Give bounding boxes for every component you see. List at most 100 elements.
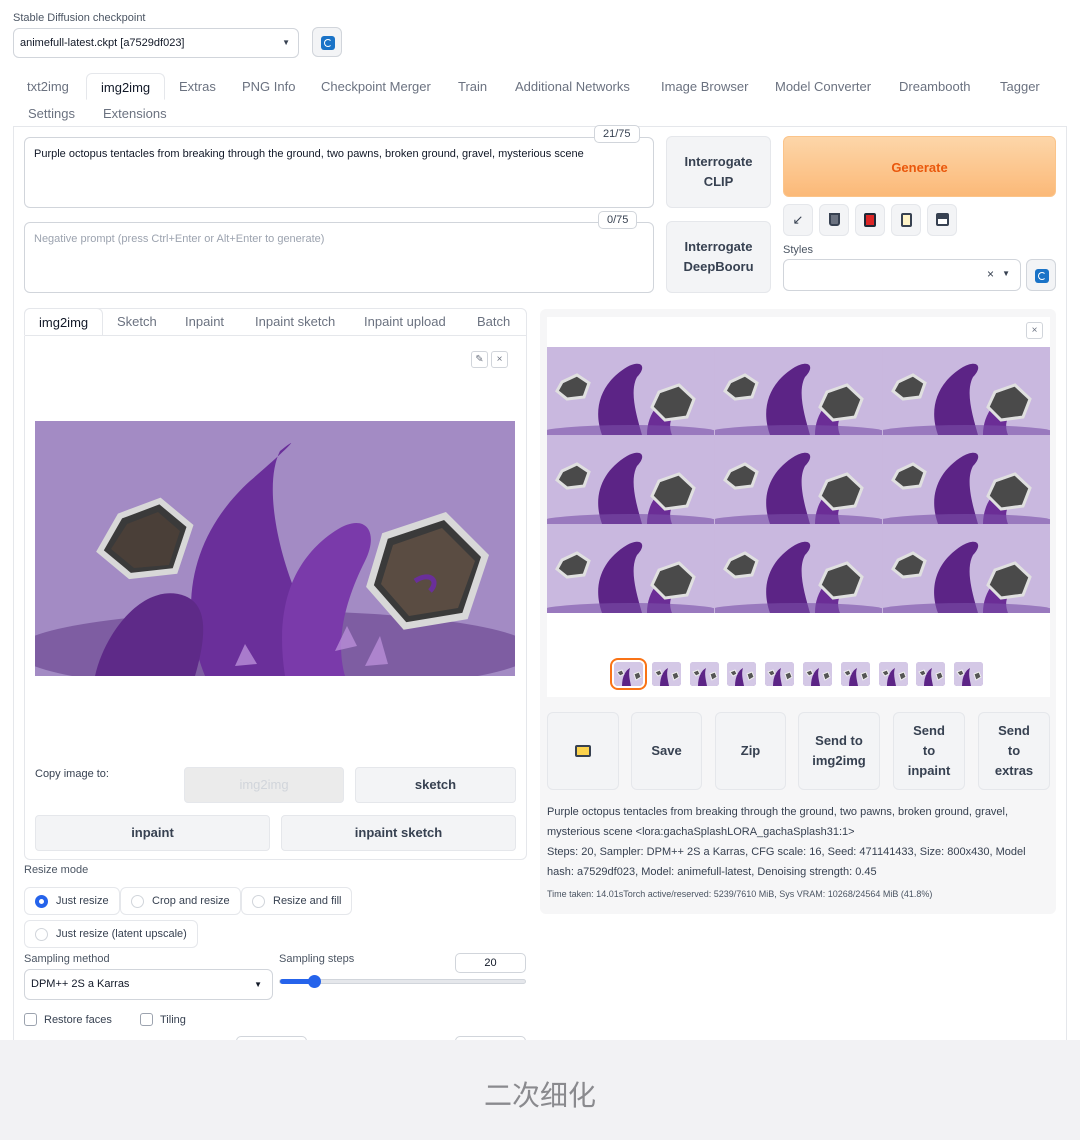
close-icon[interactable]: ×	[1026, 322, 1043, 339]
tab-image-browser[interactable]: Image Browser	[647, 73, 762, 100]
gallery-thumbnail[interactable]	[916, 662, 945, 686]
radio-label: Resize and fill	[273, 895, 342, 907]
send-to-extras-button[interactable]: Send to extras	[978, 712, 1050, 790]
gallery-thumbnail[interactable]	[690, 662, 719, 686]
refresh-checkpoint-button[interactable]	[312, 27, 342, 57]
copy-to-sketch-button[interactable]: sketch	[355, 767, 516, 803]
tab-txt2img[interactable]: txt2img	[13, 73, 83, 100]
tiling-checkbox[interactable]: Tiling	[140, 1013, 186, 1027]
tab-model-converter[interactable]: Model Converter	[761, 73, 885, 100]
radio-dot	[35, 895, 48, 908]
grid-cell	[883, 347, 1050, 435]
apply-style-button[interactable]	[891, 204, 921, 236]
open-folder-button[interactable]	[547, 712, 619, 790]
copy-to-inpaint-button[interactable]: inpaint	[35, 815, 270, 851]
tab-png-info[interactable]: PNG Info	[228, 73, 309, 100]
extra-networks-button[interactable]	[855, 204, 885, 236]
tab-checkpoint-merger[interactable]: Checkpoint Merger	[307, 73, 445, 100]
gallery-thumbnail[interactable]	[652, 662, 681, 686]
generation-params-info: Steps: 20, Sampler: DPM++ 2S a Karras, C…	[547, 846, 1026, 878]
clear-icon[interactable]: ×	[987, 267, 994, 281]
checkbox-box	[24, 1013, 37, 1026]
main-tab-bar: txt2img img2img Extras PNG Info Checkpoi…	[13, 73, 1067, 127]
gallery-thumbnail[interactable]	[879, 662, 908, 686]
output-grid-image[interactable]	[547, 347, 1050, 613]
generation-prompt-info: Purple octopus tentacles from breaking t…	[547, 806, 1009, 838]
checkpoint-label: Stable Diffusion checkpoint	[13, 12, 146, 24]
edit-icon[interactable]: ✎	[471, 351, 488, 368]
grid-cell	[715, 436, 882, 524]
restore-faces-checkbox[interactable]: Restore faces	[24, 1013, 112, 1027]
resize-mode-label: Resize mode	[24, 864, 89, 876]
subtab-inpaint-sketch[interactable]: Inpaint sketch	[241, 308, 349, 336]
tab-settings[interactable]: Settings	[14, 100, 89, 127]
copy-to-inpaint-sketch-button[interactable]: inpaint sketch	[281, 815, 516, 851]
checkbox-box	[140, 1013, 153, 1026]
resize-fill-radio[interactable]: Resize and fill	[241, 887, 353, 915]
send-to-inpaint-button[interactable]: Send to inpaint	[893, 712, 965, 790]
folder-icon	[575, 745, 591, 757]
styles-label: Styles	[783, 244, 813, 256]
checkbox-label: Tiling	[160, 1014, 186, 1026]
subtab-inpaint-upload[interactable]: Inpaint upload	[350, 308, 460, 336]
radio-dot	[252, 895, 265, 908]
zip-button[interactable]: Zip	[715, 712, 786, 790]
interrogate-clip-button[interactable]: Interrogate CLIP	[666, 136, 771, 208]
resize-latent-upscale-radio[interactable]: Just resize (latent upscale)	[24, 920, 198, 948]
refresh-icon	[321, 36, 335, 50]
input-image[interactable]	[35, 421, 515, 676]
webui-window: Stable Diffusion checkpoint animefull-la…	[0, 0, 1080, 1040]
close-icon[interactable]: ×	[491, 351, 508, 368]
grid-cell	[715, 347, 882, 435]
tab-train[interactable]: Train	[444, 73, 501, 100]
interrogate-deepbooru-button[interactable]: Interrogate DeepBooru	[666, 221, 771, 293]
paste-params-button[interactable]: ↙	[783, 204, 813, 236]
styles-select[interactable]: × ▼	[783, 259, 1021, 291]
subtab-batch[interactable]: Batch	[463, 308, 524, 336]
negative-prompt-placeholder: Negative prompt (press Ctrl+Enter or Alt…	[34, 233, 325, 245]
sampling-method-select[interactable]: DPM++ 2S a Karras ▼	[24, 969, 273, 1000]
tab-img2img[interactable]: img2img	[86, 73, 166, 100]
caption: 二次细化	[0, 1040, 1080, 1140]
checkpoint-value: animefull-latest.ckpt [a7529df023]	[20, 37, 185, 49]
gallery-thumbnail[interactable]	[954, 662, 983, 686]
send-to-img2img-button[interactable]: Send to img2img	[798, 712, 880, 790]
radio-label: Just resize (latent upscale)	[56, 928, 187, 940]
subtab-sketch[interactable]: Sketch	[103, 308, 171, 336]
copy-to-img2img-button[interactable]: img2img	[184, 767, 344, 803]
generate-button[interactable]: Generate	[783, 136, 1056, 197]
checkpoint-select[interactable]: animefull-latest.ckpt [a7529df023] ▼	[13, 28, 299, 58]
gallery-thumbnail[interactable]	[765, 662, 794, 686]
gallery-thumbnail[interactable]	[727, 662, 756, 686]
subtab-divider	[25, 335, 526, 336]
gallery-thumbnail[interactable]	[803, 662, 832, 686]
radio-dot	[131, 895, 144, 908]
prompt-textarea[interactable]: Purple octopus tentacles from breaking t…	[24, 137, 654, 208]
sampling-steps-input[interactable]: 20	[455, 953, 526, 973]
refresh-styles-button[interactable]	[1026, 259, 1056, 291]
tab-tagger[interactable]: Tagger	[986, 73, 1054, 100]
clipboard-icon	[900, 213, 912, 227]
save-button[interactable]: Save	[631, 712, 702, 790]
tab-extensions[interactable]: Extensions	[89, 100, 181, 127]
negative-token-counter: 0/75	[598, 211, 638, 229]
tab-additional-networks[interactable]: Additional Networks	[501, 73, 644, 100]
gallery-thumbnail[interactable]	[841, 662, 870, 686]
gallery-thumbnail[interactable]	[610, 658, 647, 690]
subtab-img2img[interactable]: img2img	[24, 308, 104, 336]
chevron-down-icon: ▼	[254, 980, 262, 989]
checkbox-label: Restore faces	[44, 1014, 112, 1026]
input-image-art	[35, 421, 515, 676]
trash-icon	[828, 213, 840, 226]
save-style-button[interactable]	[927, 204, 957, 236]
resize-just-resize-radio[interactable]: Just resize	[24, 887, 120, 915]
clear-prompt-button[interactable]	[819, 204, 849, 236]
resize-crop-radio[interactable]: Crop and resize	[120, 887, 241, 915]
negative-prompt-textarea[interactable]: Negative prompt (press Ctrl+Enter or Alt…	[24, 222, 654, 293]
sampling-steps-slider[interactable]	[279, 975, 526, 988]
subtab-inpaint[interactable]: Inpaint	[171, 308, 238, 336]
radio-label: Crop and resize	[152, 895, 230, 907]
grid-cell	[547, 347, 714, 435]
tab-extras[interactable]: Extras	[165, 73, 230, 100]
tab-dreambooth[interactable]: Dreambooth	[885, 73, 985, 100]
